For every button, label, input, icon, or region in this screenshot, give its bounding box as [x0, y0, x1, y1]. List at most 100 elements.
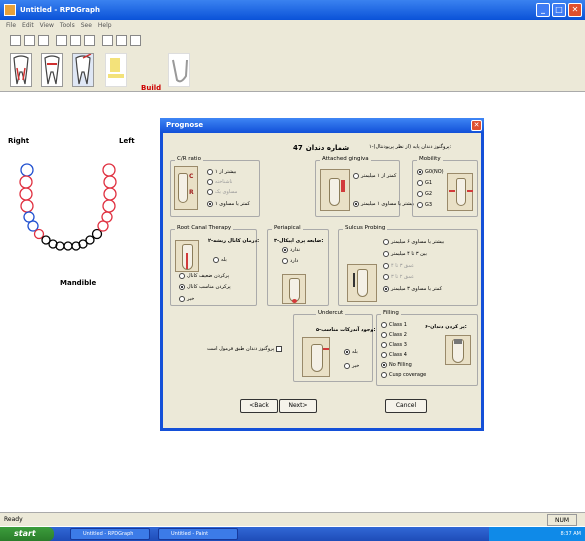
- cr-option-2[interactable]: ناشناخته: [207, 179, 232, 185]
- start-button[interactable]: start: [0, 527, 54, 541]
- formula-check[interactable]: پروگنوز دندان طبق فرمول است: [207, 346, 283, 352]
- print-icon[interactable]: [102, 35, 113, 46]
- gingiva-option-1[interactable]: کمتر از ۱ میلیمتر: [353, 173, 396, 179]
- cr-option-3[interactable]: مساوی یک: [207, 189, 237, 195]
- cr-option-1[interactable]: بیشتر از ۱: [207, 169, 236, 175]
- mobility-option-g1[interactable]: G1: [417, 180, 432, 186]
- cr-radio-4[interactable]: [207, 201, 213, 207]
- undercut-radio-1[interactable]: [344, 349, 350, 355]
- next-button[interactable]: Next>: [279, 399, 317, 413]
- periapical-radio-2[interactable]: [282, 258, 288, 264]
- filling-radio-4[interactable]: [381, 352, 387, 358]
- filling-option-3[interactable]: Class 3: [381, 342, 407, 348]
- sulcus-radio-1[interactable]: [383, 239, 389, 245]
- filling-option-1[interactable]: Class 1: [381, 322, 407, 328]
- copy-icon[interactable]: [70, 35, 81, 46]
- undercut-option-1[interactable]: بله: [344, 349, 358, 355]
- menu-edit[interactable]: Edit: [22, 20, 34, 32]
- minimize-button[interactable]: _: [536, 3, 550, 17]
- menu-help[interactable]: Help: [98, 20, 112, 32]
- rct-radio-3[interactable]: [179, 284, 185, 290]
- undercut-radio-2[interactable]: [344, 363, 350, 369]
- sulcus-option-1[interactable]: بیشتر یا مساوی ۶ میلیمتر: [383, 239, 444, 245]
- cr-radio-1[interactable]: [207, 169, 213, 175]
- mandible-arch-diagram[interactable]: [18, 160, 128, 275]
- formula-check-label: پروگنوز دندان طبق فرمول است: [207, 346, 275, 352]
- periapical-option-2[interactable]: دارد: [282, 258, 298, 264]
- cr-option-4[interactable]: کمتر یا مساوی ۱: [207, 201, 250, 207]
- maximize-button[interactable]: □: [552, 3, 566, 17]
- cr-radio-3[interactable]: [207, 189, 213, 195]
- build-button[interactable]: Build: [141, 84, 163, 92]
- dialog-title-bar: Prognose ✕: [160, 118, 484, 133]
- new-file-icon[interactable]: [10, 35, 21, 46]
- mobility-option-g2[interactable]: G2: [417, 191, 432, 197]
- help-icon[interactable]: [116, 35, 127, 46]
- back-button[interactable]: <Back: [240, 399, 278, 413]
- periapical-question: ۳-ضایعه پری اپیکال:: [274, 238, 324, 244]
- undercut-option-2[interactable]: خیر: [344, 363, 359, 369]
- gingiva-radio-1[interactable]: [353, 173, 359, 179]
- menu-view[interactable]: View: [40, 20, 54, 32]
- sulcus-radio-2[interactable]: [383, 251, 389, 257]
- rct-radio-2[interactable]: [179, 273, 185, 279]
- close-button[interactable]: ✕: [568, 3, 582, 17]
- tooth-tool-4-icon[interactable]: [105, 53, 127, 87]
- taskbar-item-rpdgraph[interactable]: Untitled - RPDGraph: [70, 528, 150, 540]
- cut-icon[interactable]: [56, 35, 67, 46]
- sulcus-radio-4[interactable]: [383, 274, 389, 280]
- sulcus-option-2[interactable]: بین ۳ تا ۴ میلیمتر: [383, 251, 427, 257]
- rct-option-1[interactable]: بله: [213, 257, 227, 263]
- sulcus-option-3[interactable]: عمق ۳ تا ۴: [383, 263, 414, 269]
- cr-radio-2[interactable]: [207, 179, 213, 185]
- sulcus-option-5[interactable]: کمتر یا مساوی ۳ میلیمتر: [383, 286, 442, 292]
- tooth-tool-3-icon[interactable]: [72, 53, 94, 87]
- filling-option-6[interactable]: Cusp coverage: [381, 372, 426, 378]
- open-folder-icon[interactable]: [24, 35, 35, 46]
- clasp-tool-icon[interactable]: [168, 53, 190, 87]
- gingiva-radio-2[interactable]: [353, 201, 359, 207]
- tooth-tool-1-icon[interactable]: [10, 53, 32, 87]
- mobility-radio-g1[interactable]: [417, 180, 423, 186]
- save-icon[interactable]: [38, 35, 49, 46]
- mobility-radio-g0[interactable]: [417, 169, 423, 175]
- sulcus-option-5-label: کمتر یا مساوی ۳ میلیمتر: [391, 286, 443, 292]
- about-icon[interactable]: [130, 35, 141, 46]
- taskbar-item-paint[interactable]: Untitled - Paint: [158, 528, 238, 540]
- menu-bar: File Edit View Tools See Help: [0, 20, 585, 32]
- formula-checkbox[interactable]: [276, 346, 283, 352]
- filling-radio-3[interactable]: [381, 342, 387, 348]
- cancel-button[interactable]: Cancel: [385, 399, 427, 413]
- rct-option-4[interactable]: خیر: [179, 296, 194, 302]
- mobility-option-g3[interactable]: G3: [417, 202, 432, 208]
- menu-tools[interactable]: Tools: [60, 20, 75, 32]
- mobility-option-g0[interactable]: G0(NO): [417, 169, 444, 175]
- filling-option-5[interactable]: No Filling: [381, 362, 412, 368]
- filling-radio-1[interactable]: [381, 322, 387, 328]
- periapical-radio-1[interactable]: [282, 247, 288, 253]
- mobility-radio-g3[interactable]: [417, 202, 423, 208]
- tooth-tool-2-icon[interactable]: [41, 53, 63, 87]
- periapical-option-1[interactable]: ندارد: [282, 247, 300, 253]
- rct-radio-1[interactable]: [213, 257, 219, 263]
- sulcus-radio-3[interactable]: [383, 263, 389, 269]
- mobility-radio-g2[interactable]: [417, 191, 423, 197]
- rct-option-2[interactable]: پرکردن ضعیف کانال: [179, 273, 229, 279]
- filling-option-2[interactable]: Class 2: [381, 332, 407, 338]
- paste-icon[interactable]: [84, 35, 95, 46]
- filling-radio-6[interactable]: [381, 372, 387, 378]
- toolbar: [0, 32, 585, 50]
- filling-radio-5[interactable]: [381, 362, 387, 368]
- menu-file[interactable]: File: [6, 20, 16, 32]
- gingiva-option-2[interactable]: بیشتر یا مساوی ۱ میلیمتر: [353, 201, 414, 207]
- sulcus-radio-5[interactable]: [383, 286, 389, 292]
- rct-option-3[interactable]: پرکردن مناسب کانال: [179, 284, 231, 290]
- dialog-close-button[interactable]: ✕: [471, 120, 482, 131]
- filling-option-4[interactable]: Class 4: [381, 352, 407, 358]
- filling-radio-2[interactable]: [381, 332, 387, 338]
- sulcus-option-4[interactable]: عمق ۲ تا ۳: [383, 274, 414, 280]
- undercut-title: Undercut: [316, 310, 346, 316]
- rct-radio-4[interactable]: [179, 296, 185, 302]
- filling-option-3-label: Class 3: [389, 342, 407, 348]
- menu-see[interactable]: See: [81, 20, 92, 32]
